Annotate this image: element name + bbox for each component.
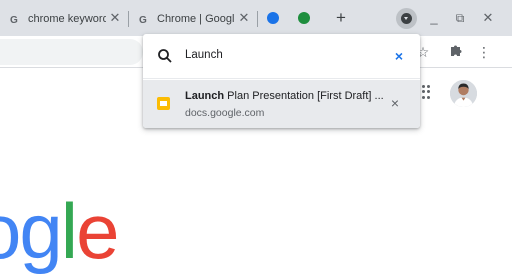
clear-search-icon[interactable]: × (392, 48, 406, 64)
restore-button[interactable]: ⧉ (452, 9, 468, 27)
new-tab-button[interactable]: + (333, 9, 349, 27)
tab-search-field[interactable]: Launch × (143, 34, 420, 79)
result-title: Launch Plan Presentation [First Draft] .… (185, 90, 385, 102)
extensions-puzzle-icon[interactable] (447, 43, 465, 61)
close-tab-icon[interactable]: × (388, 95, 402, 111)
result-title-match: Launch (185, 90, 225, 102)
svg-text:G: G (139, 15, 147, 25)
tab-close-icon[interactable]: ✕ (108, 11, 122, 25)
pinned-tab-blue-icon[interactable] (267, 12, 279, 24)
tab-search-button[interactable] (396, 8, 417, 29)
search-icon (157, 48, 173, 64)
svg-text:G: G (10, 15, 18, 25)
google-logo: ogle (0, 187, 120, 275)
result-title-rest: Plan Presentation [First Draft] ... (224, 90, 384, 102)
tab-search-result[interactable]: Launch Plan Presentation [First Draft] .… (143, 80, 420, 128)
google-slides-icon (157, 97, 170, 110)
tab-strip: G chrome keywords ✕ G Chrome | Google ✕ … (0, 0, 512, 36)
browser-window: G chrome keywords ✕ G Chrome | Google ✕ … (0, 0, 512, 280)
pinned-tab-green-icon[interactable] (298, 12, 310, 24)
minimize-button[interactable]: _ (426, 9, 442, 27)
address-bar[interactable] (0, 39, 143, 65)
result-url: docs.google.com (185, 107, 265, 119)
tab-separator (128, 11, 129, 27)
menu-kebab-icon[interactable]: ⋮ (475, 43, 493, 61)
tab-title: Chrome | Google (157, 13, 235, 25)
tab-separator (257, 11, 258, 27)
google-g-icon: G (139, 14, 150, 25)
tab-chrome-google[interactable]: G Chrome | Google ✕ (139, 8, 251, 30)
tab-close-icon[interactable]: ✕ (237, 11, 251, 25)
chevron-down-icon (401, 13, 412, 24)
tab-chrome-keywords[interactable]: G chrome keywords ✕ (10, 8, 122, 30)
tab-search-input[interactable]: Launch (185, 49, 223, 61)
google-g-icon: G (10, 14, 21, 25)
avatar[interactable] (450, 80, 477, 107)
tab-search-popup: Launch × Launch Plan Presentation [First… (143, 34, 420, 128)
close-window-button[interactable]: ✕ (480, 9, 496, 27)
tab-title: chrome keywords (28, 13, 106, 25)
